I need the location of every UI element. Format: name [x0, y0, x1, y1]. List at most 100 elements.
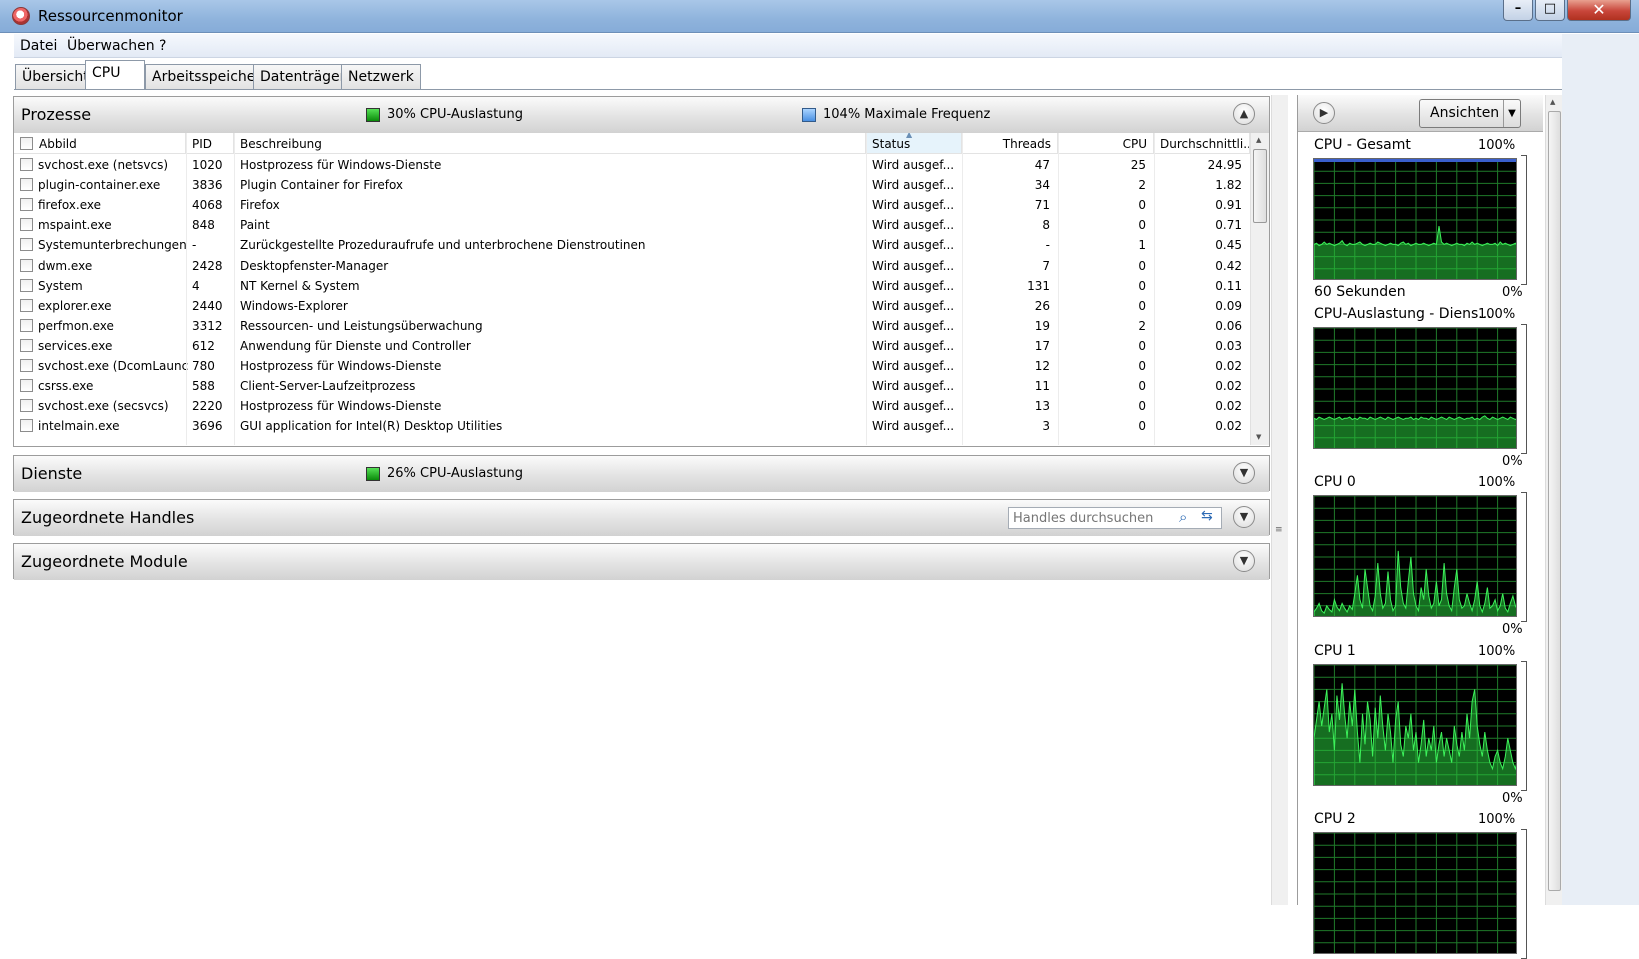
refresh-icon[interactable]: ⇆	[1201, 508, 1213, 524]
row-checkbox[interactable]	[20, 218, 33, 232]
column-header-cpu[interactable]: CPU	[1058, 133, 1154, 154]
table-row[interactable]: svchost.exe (netsvcs) 1020 Hostprozess für…	[14, 155, 1250, 175]
table-row[interactable]: services.exe 612 Anwendung für Dienste und…	[14, 336, 1250, 356]
column-header-abbild[interactable]: Abbild	[14, 133, 186, 154]
row-checkbox[interactable]	[20, 419, 33, 433]
row-checkbox[interactable]	[20, 379, 33, 393]
cell-desc: Paint	[240, 218, 270, 233]
column-header-threads[interactable]: Threads	[962, 133, 1058, 154]
handles-search-input[interactable]	[1011, 509, 1175, 527]
row-checkbox[interactable]	[20, 178, 33, 192]
column-header-pid[interactable]: PID	[186, 133, 234, 154]
table-row[interactable]: System 4 NT Kernel & System Wird ausgef... 1…	[14, 276, 1250, 296]
tab-uebersicht[interactable]: Übersicht	[15, 64, 96, 89]
select-all-checkbox[interactable]	[20, 137, 33, 150]
graph-bracket	[1521, 492, 1527, 622]
graph-title: CPU - Gesamt	[1314, 137, 1411, 153]
row-checkbox[interactable]	[20, 359, 33, 372]
tab-arbeitsspeicher[interactable]: Arbeitsspeicher	[145, 64, 269, 89]
graph-pane-scrollbar[interactable]: ▲	[1545, 95, 1562, 905]
cell-cpu: 0	[1138, 359, 1146, 373]
scroll-up-icon[interactable]: ▲	[1256, 136, 1261, 144]
dropdown-arrow-icon[interactable]: ▼	[1503, 100, 1520, 127]
expand-down-icon[interactable]: ▼	[1233, 506, 1255, 528]
cell-status: Wird ausgef...	[872, 238, 955, 253]
graph-max-label: 100%	[1478, 812, 1516, 827]
row-checkbox[interactable]	[20, 158, 33, 171]
table-row[interactable]: dwm.exe 2428 Desktopfenster-Manager Wird au…	[14, 256, 1250, 276]
minimize-icon: –	[1514, 1, 1522, 16]
cell-threads: 13	[1034, 399, 1050, 414]
cell-threads: 17	[1034, 338, 1050, 353]
cell-pid: 2220	[192, 399, 223, 414]
column-header-status[interactable]: Status ▲	[866, 133, 962, 154]
row-checkbox[interactable]	[20, 238, 33, 252]
row-checkbox[interactable]	[20, 399, 33, 413]
table-row[interactable]: explorer.exe 2440 Windows-Explorer Wird aus…	[14, 296, 1250, 316]
tab-netzwerk[interactable]: Netzwerk	[341, 64, 421, 89]
process-table-scrollbar[interactable]: ▲ ▼	[1250, 133, 1269, 445]
chevron-right-icon[interactable]: ▶	[1313, 102, 1335, 124]
menu-datei[interactable]: Datei	[20, 38, 57, 54]
table-row[interactable]: csrss.exe 588 Client-Server-Laufzeitprozes…	[14, 376, 1250, 396]
graph-pane-header: ▶ Ansichten ▼	[1298, 95, 1543, 132]
row-checkbox[interactable]	[20, 318, 33, 332]
table-row[interactable]: perfmon.exe 3312 Ressourcen- und Leistungs…	[14, 316, 1250, 336]
cell-pid: 3836	[192, 178, 223, 193]
scroll-up-icon[interactable]: ▲	[1550, 98, 1555, 106]
column-header-durchschnitt[interactable]: Durchschnittli...	[1154, 133, 1250, 154]
close-button[interactable]: ✕	[1567, 0, 1631, 21]
expand-down-icon[interactable]: ▼	[1233, 462, 1255, 484]
table-row[interactable]: mspaint.exe 848 Paint Wird ausgef... 8 0 0.71	[14, 215, 1250, 235]
search-icon[interactable]: ⌕	[1179, 508, 1187, 526]
table-row[interactable]: intelmain.exe 3696 GUI application for Int…	[14, 416, 1250, 436]
prozesse-title: Prozesse	[21, 105, 92, 124]
module-header[interactable]: Zugeordnete Module ▼	[14, 544, 1269, 580]
graph-plot	[1314, 496, 1516, 616]
left-pane-scrollbar[interactable]: ≡	[1271, 95, 1288, 905]
prozesse-header[interactable]: Prozesse 30% CPU-Auslastung 104% Maximal…	[14, 97, 1269, 133]
cell-avg: 0.02	[1215, 359, 1242, 373]
row-checkbox[interactable]	[20, 278, 33, 292]
table-row[interactable]: firefox.exe 4068 Firefox Wird ausgef... 71 0 0…	[14, 195, 1250, 215]
cell-cpu: 0	[1138, 298, 1146, 313]
tab-datentraeger[interactable]: Datenträger	[253, 64, 353, 89]
table-row[interactable]: svchost.exe (secsvcs) 2220 Hostprozess für…	[14, 396, 1250, 416]
dienste-header[interactable]: Dienste 26% CPU-Auslastung ▼	[14, 456, 1269, 492]
cell-image: csrss.exe	[38, 379, 94, 394]
cell-desc: GUI application for Intel(R) Desktop Uti…	[240, 419, 503, 434]
cell-cpu: 0	[1138, 258, 1146, 273]
cell-image: firefox.exe	[38, 198, 102, 213]
row-checkbox[interactable]	[20, 338, 33, 352]
collapse-up-icon[interactable]: ▲	[1233, 103, 1255, 125]
handles-section: Zugeordnete Handles ⌕ ⇆ ▼	[13, 499, 1270, 536]
cell-desc: Hostprozess für Windows-Dienste	[240, 359, 442, 373]
table-row[interactable]: plugin-container.exe 3836 Plugin Container…	[14, 175, 1250, 195]
maximize-button[interactable]: □	[1535, 0, 1565, 21]
table-row[interactable]: svchost.exe (DcomLaunc... 780 Hostprozess …	[14, 356, 1250, 376]
column-header-beschreibung[interactable]: Beschreibung	[234, 133, 866, 154]
expand-down-icon[interactable]: ▼	[1233, 550, 1255, 572]
scroll-thumb[interactable]	[1548, 111, 1561, 891]
ansichten-button[interactable]: Ansichten ▼	[1419, 99, 1521, 128]
tab-cpu[interactable]: CPU	[85, 60, 145, 90]
scroll-thumb[interactable]	[1253, 149, 1267, 223]
usage-area	[1314, 414, 1516, 448]
dienste-cpu-text: 26% CPU-Auslastung	[387, 466, 523, 481]
cell-avg: 0.02	[1215, 379, 1242, 394]
cell-avg: 0.06	[1215, 318, 1242, 333]
cell-pid: 848	[192, 218, 215, 233]
table-row[interactable]: Systemunterbrechungen - Zurückgestellte Pr…	[14, 235, 1250, 255]
row-checkbox[interactable]	[20, 298, 33, 312]
cell-pid: 2440	[192, 298, 223, 313]
minimize-button[interactable]: –	[1503, 0, 1533, 21]
cell-desc: Desktopfenster-Manager	[240, 258, 389, 273]
row-checkbox[interactable]	[20, 198, 33, 212]
splitter-grip[interactable]: ≡	[1275, 526, 1285, 535]
menu-ueberwachen[interactable]: Überwachen	[67, 38, 155, 54]
menu-help[interactable]: ?	[159, 38, 166, 54]
cell-pid: 4	[192, 278, 200, 293]
row-checkbox[interactable]	[20, 258, 33, 272]
scroll-down-icon[interactable]: ▼	[1256, 433, 1261, 441]
handles-header[interactable]: Zugeordnete Handles ⌕ ⇆ ▼	[14, 500, 1269, 536]
